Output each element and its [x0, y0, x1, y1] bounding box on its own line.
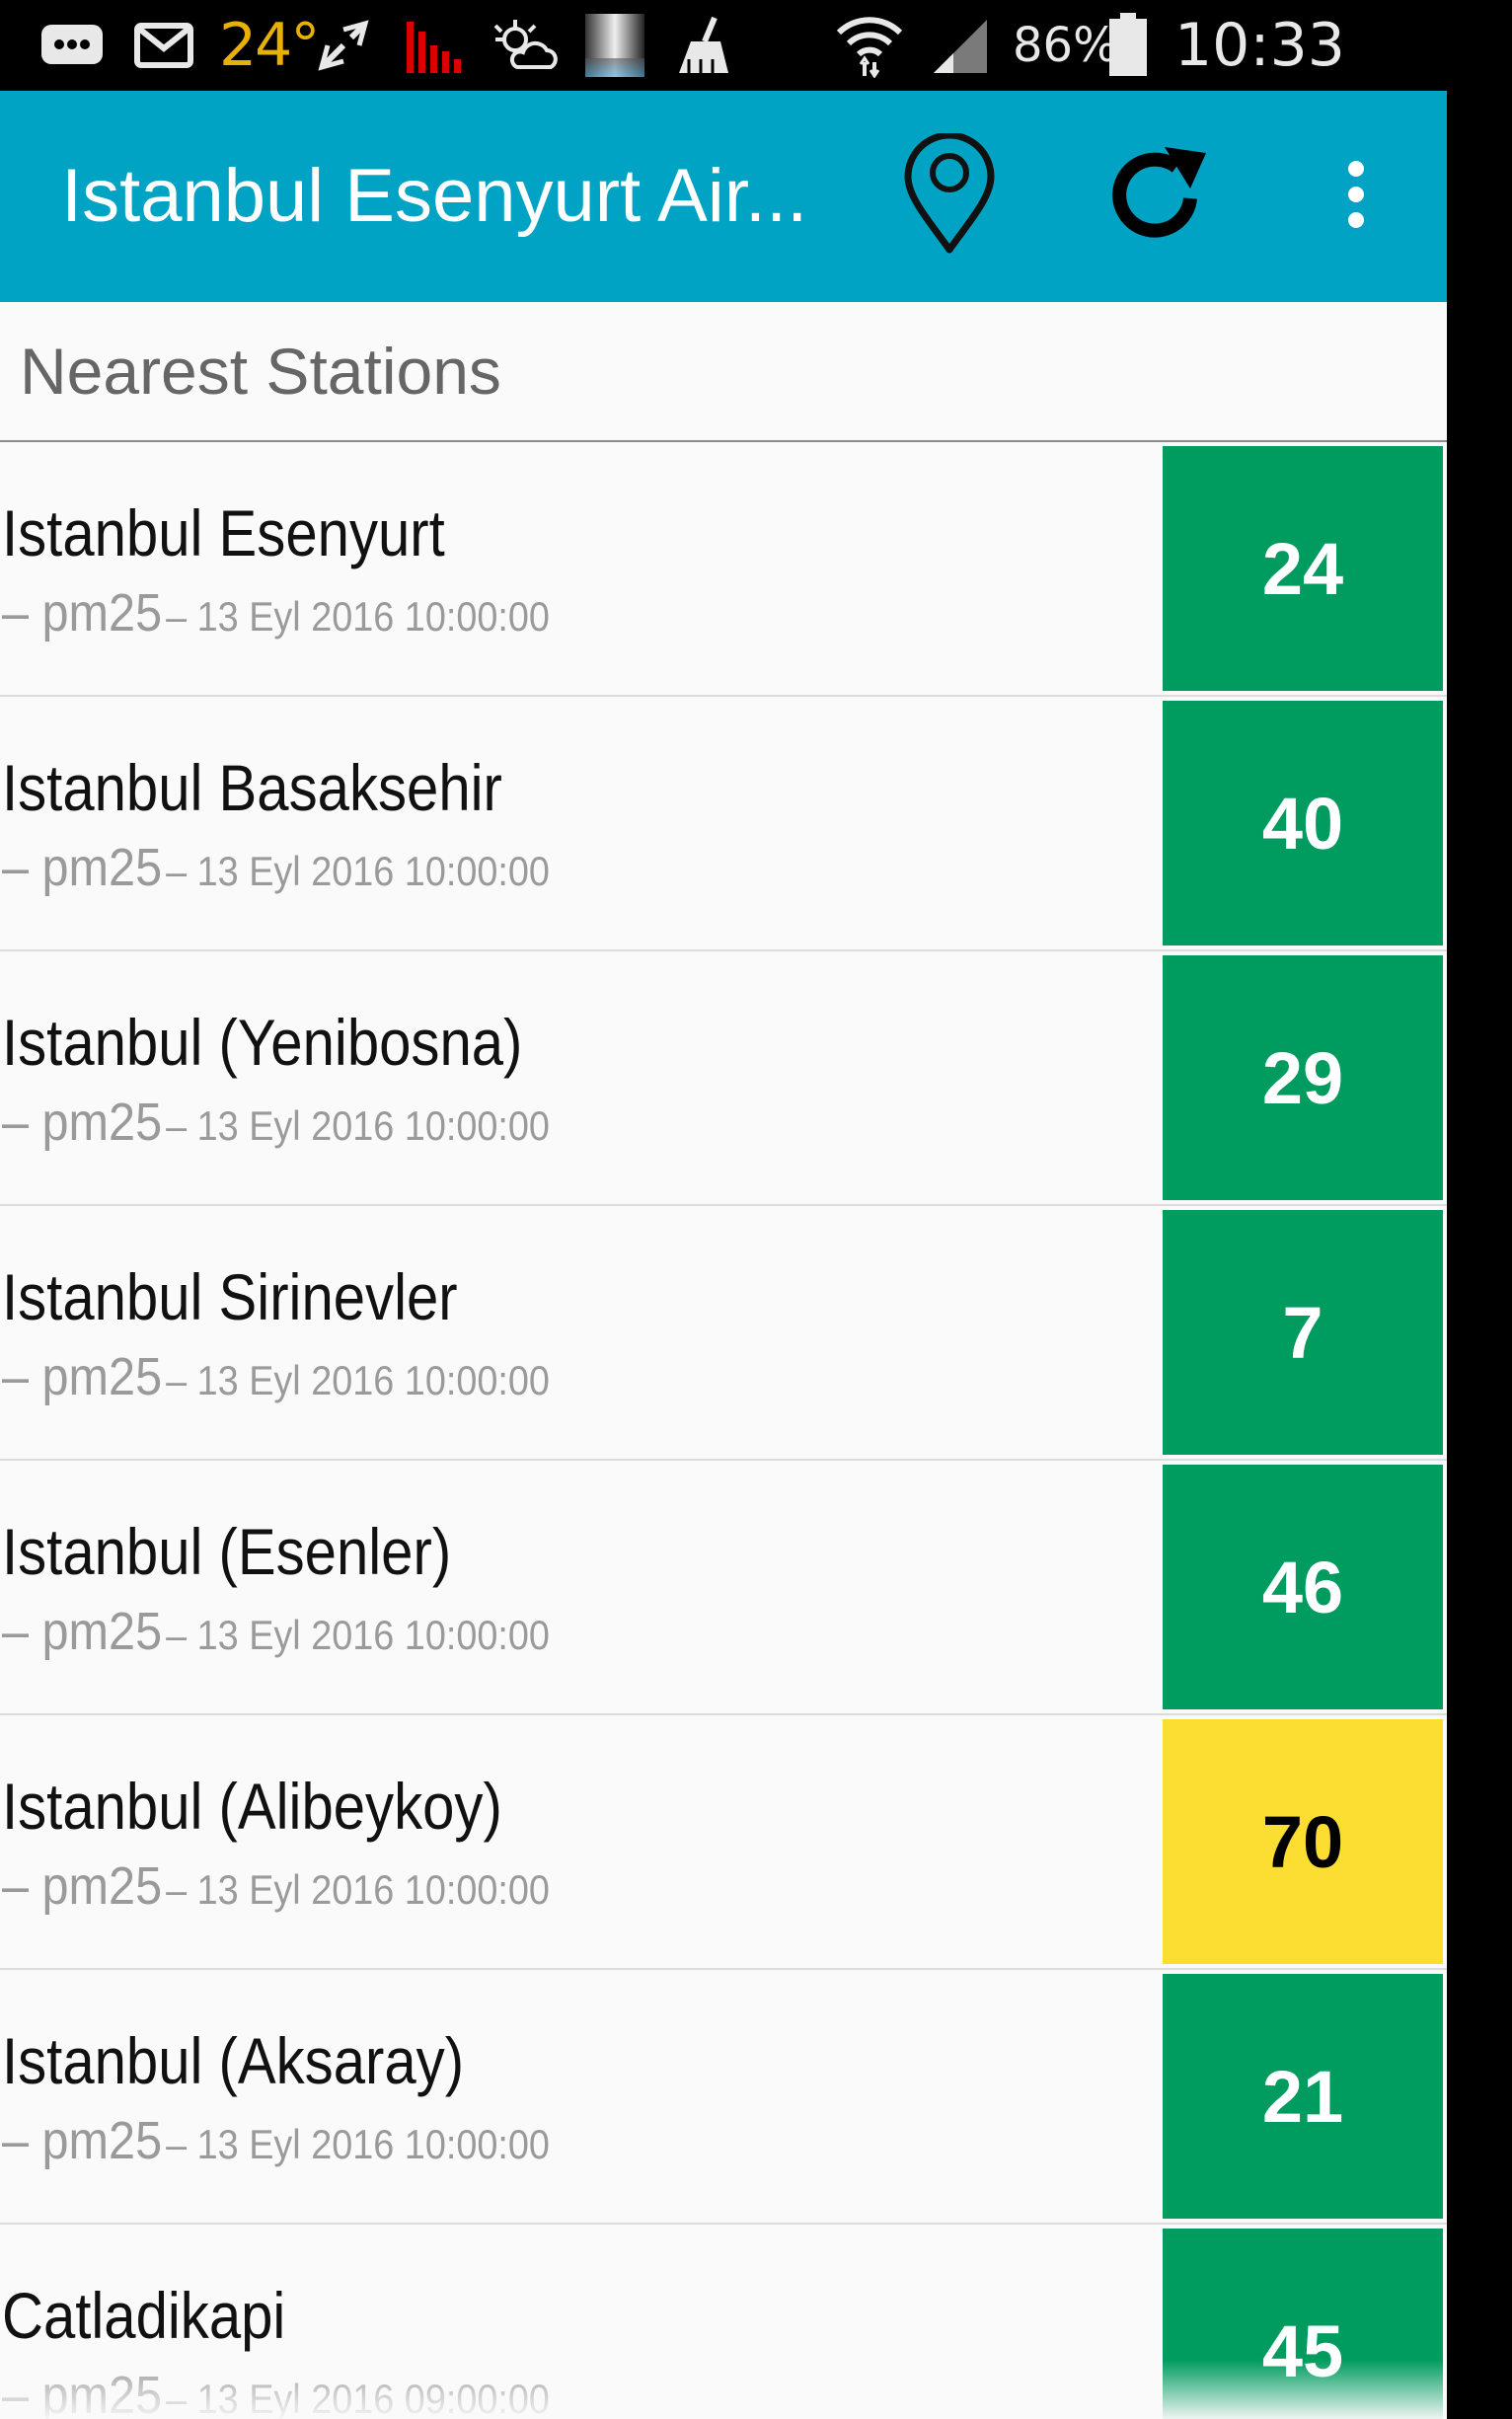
station-name: Istanbul (Alibeykoy)	[2, 1770, 502, 1843]
wifi-icon	[835, 0, 904, 91]
message-icon	[39, 0, 105, 91]
signal-bars-red-icon	[405, 0, 466, 91]
cell-signal-icon	[930, 0, 991, 91]
station-name: Istanbul (Esenler)	[2, 1515, 452, 1588]
mail-icon	[134, 0, 193, 91]
station-meta: – pm25 – 13 Eyl 2016 10:00:00	[2, 1346, 550, 1407]
pollutant-label: – pm25	[2, 1602, 163, 1661]
location-button[interactable]	[888, 91, 1011, 302]
update-timestamp: – 13 Eyl 2016 10:00:00	[166, 1612, 550, 1658]
station-meta: – pm25 – 13 Eyl 2016 09:00:00	[2, 2365, 550, 2419]
weather-icon	[491, 0, 561, 91]
station-name: Istanbul (Yenibosna)	[2, 1006, 523, 1079]
app-bar: Istanbul Esenyurt Air...	[0, 91, 1447, 302]
gradient-icon	[584, 0, 645, 91]
battery-icon	[1107, 0, 1149, 91]
aqi-badge: 46	[1163, 1465, 1443, 1709]
station-row[interactable]: Istanbul (Yenibosna) – pm25 – 13 Eyl 2016…	[0, 951, 1447, 1206]
aqi-badge: 45	[1163, 2229, 1443, 2419]
section-title: Nearest Stations	[0, 302, 1447, 442]
aqi-badge: 40	[1163, 701, 1443, 945]
status-bar: 24° 86% 10:33	[0, 0, 1512, 91]
aqi-badge: 29	[1163, 955, 1443, 1200]
update-timestamp: – 13 Eyl 2016 10:00:00	[166, 2121, 550, 2167]
pollutant-label: – pm25	[2, 1347, 163, 1406]
pollutant-label: – pm25	[2, 2366, 163, 2419]
aqi-badge: 24	[1163, 446, 1443, 691]
update-timestamp: – 13 Eyl 2016 10:00:00	[166, 1866, 550, 1913]
page-title: Istanbul Esenyurt Air...	[61, 154, 808, 238]
aqi-badge: 7	[1163, 1210, 1443, 1455]
station-row[interactable]: Istanbul (Alibeykoy) – pm25 – 13 Eyl 2016…	[0, 1715, 1447, 1970]
aqi-badge: 21	[1163, 1974, 1443, 2219]
clock: 10:33	[1174, 11, 1345, 80]
cleaner-icon	[675, 0, 736, 91]
transfer-icon	[314, 0, 373, 91]
station-meta: – pm25 – 13 Eyl 2016 10:00:00	[2, 1855, 550, 1917]
pollutant-label: – pm25	[2, 1093, 163, 1152]
station-name: Istanbul Esenyurt	[2, 496, 445, 569]
temperature-indicator: 24°	[219, 11, 320, 80]
overflow-menu-button[interactable]	[1309, 91, 1403, 302]
location-pin-icon	[902, 131, 997, 261]
station-name: Istanbul (Aksaray)	[2, 2024, 465, 2097]
station-name: Istanbul Basaksehir	[2, 751, 502, 824]
station-row[interactable]: Istanbul Sirinevler – pm25 – 13 Eyl 2016 …	[0, 1206, 1447, 1461]
refresh-button[interactable]	[1097, 91, 1220, 302]
station-meta: – pm25 – 13 Eyl 2016 10:00:00	[2, 837, 550, 898]
station-row[interactable]: Istanbul (Esenler) – pm25 – 13 Eyl 2016 1…	[0, 1461, 1447, 1715]
update-timestamp: – 13 Eyl 2016 09:00:00	[166, 2376, 550, 2419]
station-meta: – pm25 – 13 Eyl 2016 10:00:00	[2, 2110, 550, 2171]
battery-percent: 86%	[1013, 18, 1118, 73]
station-meta: – pm25 – 13 Eyl 2016 10:00:00	[2, 1601, 550, 1662]
station-meta: – pm25 – 13 Eyl 2016 10:00:00	[2, 582, 550, 643]
station-row[interactable]: Istanbul Esenyurt – pm25 – 13 Eyl 2016 10…	[0, 442, 1447, 697]
station-meta: – pm25 – 13 Eyl 2016 10:00:00	[2, 1092, 550, 1153]
screen-edge	[1447, 91, 1512, 2419]
update-timestamp: – 13 Eyl 2016 10:00:00	[166, 593, 550, 640]
station-row[interactable]: Catladikapi – pm25 – 13 Eyl 2016 09:00:00…	[0, 2225, 1447, 2419]
update-timestamp: – 13 Eyl 2016 10:00:00	[166, 1357, 550, 1403]
station-row[interactable]: Istanbul Basaksehir – pm25 – 13 Eyl 2016 …	[0, 697, 1447, 951]
pollutant-label: – pm25	[2, 1856, 163, 1916]
station-list-container[interactable]: Nearest Stations Istanbul Esenyurt – pm25…	[0, 302, 1447, 2419]
aqi-badge: 70	[1163, 1719, 1443, 1964]
station-row[interactable]: Istanbul (Aksaray) – pm25 – 13 Eyl 2016 1…	[0, 1970, 1447, 2225]
station-name: Catladikapi	[2, 2279, 286, 2352]
update-timestamp: – 13 Eyl 2016 10:00:00	[166, 1102, 550, 1149]
pollutant-label: – pm25	[2, 2111, 163, 2170]
pollutant-label: – pm25	[2, 838, 163, 897]
update-timestamp: – 13 Eyl 2016 10:00:00	[166, 848, 550, 894]
refresh-icon	[1107, 143, 1210, 251]
station-list: Istanbul Esenyurt – pm25 – 13 Eyl 2016 10…	[0, 442, 1447, 2419]
more-vert-icon	[1346, 160, 1366, 233]
station-name: Istanbul Sirinevler	[2, 1260, 458, 1333]
pollutant-label: – pm25	[2, 583, 163, 643]
